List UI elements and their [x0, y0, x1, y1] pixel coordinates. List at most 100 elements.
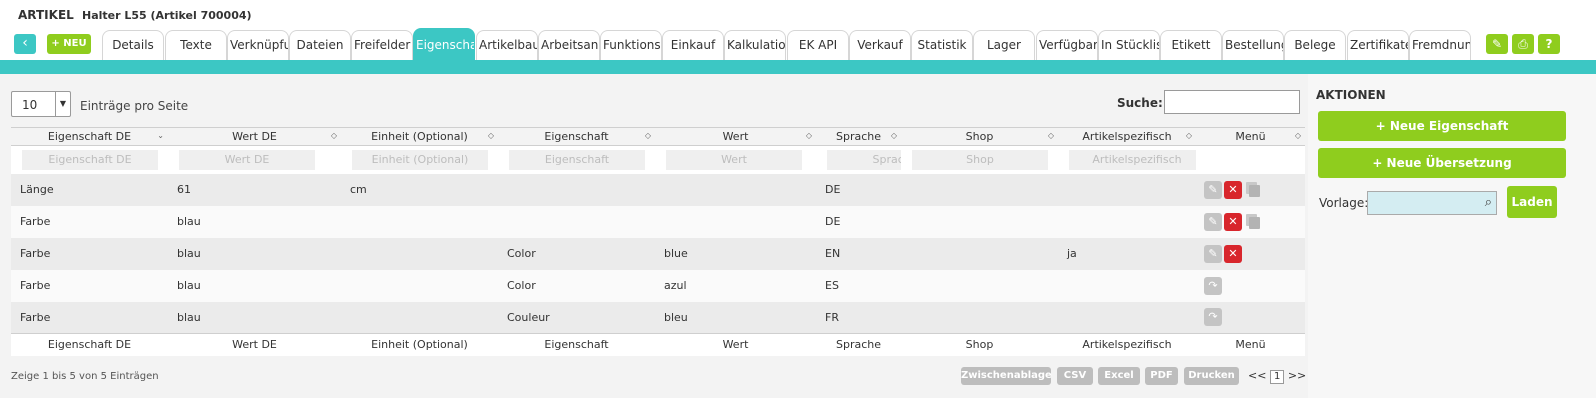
cell-eigenschaft-de: Farbe [11, 269, 168, 302]
column-header[interactable]: Eigenschaft DE ⌄ [11, 127, 168, 146]
tab-9[interactable]: Einkauf [662, 30, 724, 60]
new-translation-button[interactable]: + Neue Übersetzung [1318, 148, 1566, 178]
tab-13[interactable]: Statistik [911, 30, 973, 60]
column-header-label: Menü [1235, 130, 1266, 143]
column-filter-input[interactable]: Sprache [827, 149, 901, 170]
export-button-zwischenablage[interactable]: Zwischenablage [961, 367, 1052, 385]
export-button-csv[interactable]: CSV [1057, 367, 1093, 385]
tab-18[interactable]: Bestellungen [1222, 30, 1284, 60]
cell-wert [655, 173, 816, 206]
column-filter-input[interactable]: Artikelspezifisch [1069, 149, 1196, 170]
template-input[interactable]: ⌕ [1367, 191, 1497, 215]
tab-15[interactable]: Verfügbarkeit [1036, 30, 1098, 60]
column-header[interactable]: Einheit (Optional) ◇ [341, 127, 498, 146]
tab-2[interactable]: Verknüpfungen [227, 30, 289, 60]
sort-icon[interactable]: ◇ [645, 131, 651, 140]
column-header[interactable]: Artikelspezifisch ◇ [1058, 127, 1196, 146]
print-button[interactable]: ⎙ [1512, 34, 1534, 54]
cell-eigenschaft-de: Farbe [11, 301, 168, 334]
sort-desc-icon[interactable]: ⌄ [157, 131, 164, 140]
filter-cell [1196, 145, 1305, 174]
column-filter-input[interactable]: Einheit (Optional) [352, 149, 488, 170]
column-filter-input[interactable]: Wert DE [179, 149, 315, 170]
column-footer-label: Eigenschaft [498, 333, 655, 356]
tab-11[interactable]: EK API [787, 30, 849, 60]
edit-button[interactable]: ✎ [1486, 34, 1508, 54]
column-footer-label: Wert DE [168, 333, 341, 356]
column-filter-input[interactable]: Eigenschaft [509, 149, 645, 170]
tab-1[interactable]: Texte [165, 30, 227, 60]
export-button-excel[interactable]: Excel [1098, 367, 1140, 385]
column-header-label: Einheit (Optional) [371, 130, 468, 143]
edit-icon[interactable]: ✎ [1204, 212, 1222, 231]
column-header[interactable]: Wert DE ◇ [168, 127, 341, 146]
new-button[interactable]: + NEU [47, 34, 91, 54]
tab-17[interactable]: Etikett [1160, 30, 1222, 60]
properties-table: Eigenschaft DE ⌄ Wert DE ◇ Einheit (Optional… [11, 127, 1305, 356]
export-button-drucken[interactable]: Drucken [1184, 367, 1239, 385]
pagination-page[interactable]: 1 [1269, 370, 1285, 384]
tab-underline [0, 60, 1596, 74]
tab-12[interactable]: Verkauf [849, 30, 911, 60]
tab-19[interactable]: Belege [1284, 30, 1346, 60]
copy-icon[interactable] [1244, 181, 1262, 199]
tab-16[interactable]: In Stückliste [1098, 30, 1160, 60]
column-header[interactable]: Eigenschaft ◇ [498, 127, 655, 146]
cell-einheit [341, 301, 498, 334]
tab-8[interactable]: Funktionsprotokoll [600, 30, 662, 60]
column-header-label: Wert DE [232, 130, 277, 143]
edit-icon[interactable]: ✎ [1204, 180, 1222, 199]
redo-icon[interactable]: ↷ [1204, 308, 1222, 327]
row-actions: ✎ ✕ [1196, 173, 1305, 206]
export-button-pdf[interactable]: PDF [1145, 367, 1178, 385]
table-row: Länge 61 cm DE ✎ ✕ [11, 173, 1305, 206]
delete-icon[interactable]: ✕ [1224, 180, 1242, 199]
tab-14[interactable]: Lager [973, 30, 1035, 60]
filter-cell: Shop [901, 145, 1058, 174]
load-button[interactable]: Laden [1507, 186, 1557, 218]
tab-20[interactable]: Zertifikate [1347, 30, 1409, 60]
cell-spezifisch [1058, 173, 1196, 206]
delete-icon[interactable]: ✕ [1224, 212, 1242, 231]
sort-icon[interactable]: ◇ [1295, 131, 1301, 140]
pencil-icon: ✎ [1491, 37, 1503, 51]
back-button[interactable]: ‹ [14, 34, 36, 54]
cell-einheit [341, 205, 498, 238]
column-header-label: Eigenschaft DE [47, 130, 132, 143]
table-filter-row: Eigenschaft DE Wert DE Einheit (Optional) E… [11, 145, 1305, 174]
sort-icon[interactable]: ◇ [331, 131, 337, 140]
tab-3[interactable]: Dateien [289, 30, 351, 60]
column-filter-input[interactable]: Eigenschaft DE [22, 149, 158, 170]
edit-icon[interactable]: ✎ [1204, 244, 1222, 263]
new-property-button[interactable]: + Neue Eigenschaft [1318, 111, 1566, 141]
search-input[interactable] [1164, 90, 1300, 114]
column-header[interactable]: Sprache ◇ [816, 127, 901, 146]
cell-einheit [341, 269, 498, 302]
column-header[interactable]: Shop ◇ [901, 127, 1058, 146]
sort-icon[interactable]: ◇ [1048, 131, 1054, 140]
tab-7[interactable]: Arbeitsanweisung [538, 30, 600, 60]
column-header[interactable]: Menü ◇ [1196, 127, 1305, 146]
help-button[interactable]: ? [1538, 34, 1560, 54]
tab-10[interactable]: Kalkulation [724, 30, 786, 60]
column-header[interactable]: Wert ◇ [655, 127, 816, 146]
tab-21[interactable]: Fremdnummern [1409, 30, 1471, 60]
column-filter-input[interactable]: Shop [912, 149, 1048, 170]
tab-5[interactable]: Eigenschaften [413, 28, 475, 60]
column-filter-input[interactable]: Wert [666, 149, 802, 170]
pagination-next[interactable]: >> [1288, 369, 1306, 382]
delete-icon[interactable]: ✕ [1224, 244, 1242, 263]
tab-4[interactable]: Freifelder [351, 30, 413, 60]
sort-icon[interactable]: ◇ [891, 131, 897, 140]
tab-6[interactable]: Artikelbaum [476, 30, 538, 60]
copy-icon[interactable] [1244, 213, 1262, 231]
sort-icon[interactable]: ◇ [1186, 131, 1192, 140]
sort-icon[interactable]: ◇ [806, 131, 812, 140]
sort-icon[interactable]: ◇ [488, 131, 494, 140]
pagination-prev[interactable]: << [1248, 369, 1266, 382]
tab-0[interactable]: Details [102, 30, 164, 60]
filter-cell: Sprache [816, 145, 901, 174]
redo-icon[interactable]: ↷ [1204, 276, 1222, 295]
entries-per-page-select[interactable]: 10 ▼ [11, 91, 71, 117]
cell-wert: blue [655, 237, 816, 270]
